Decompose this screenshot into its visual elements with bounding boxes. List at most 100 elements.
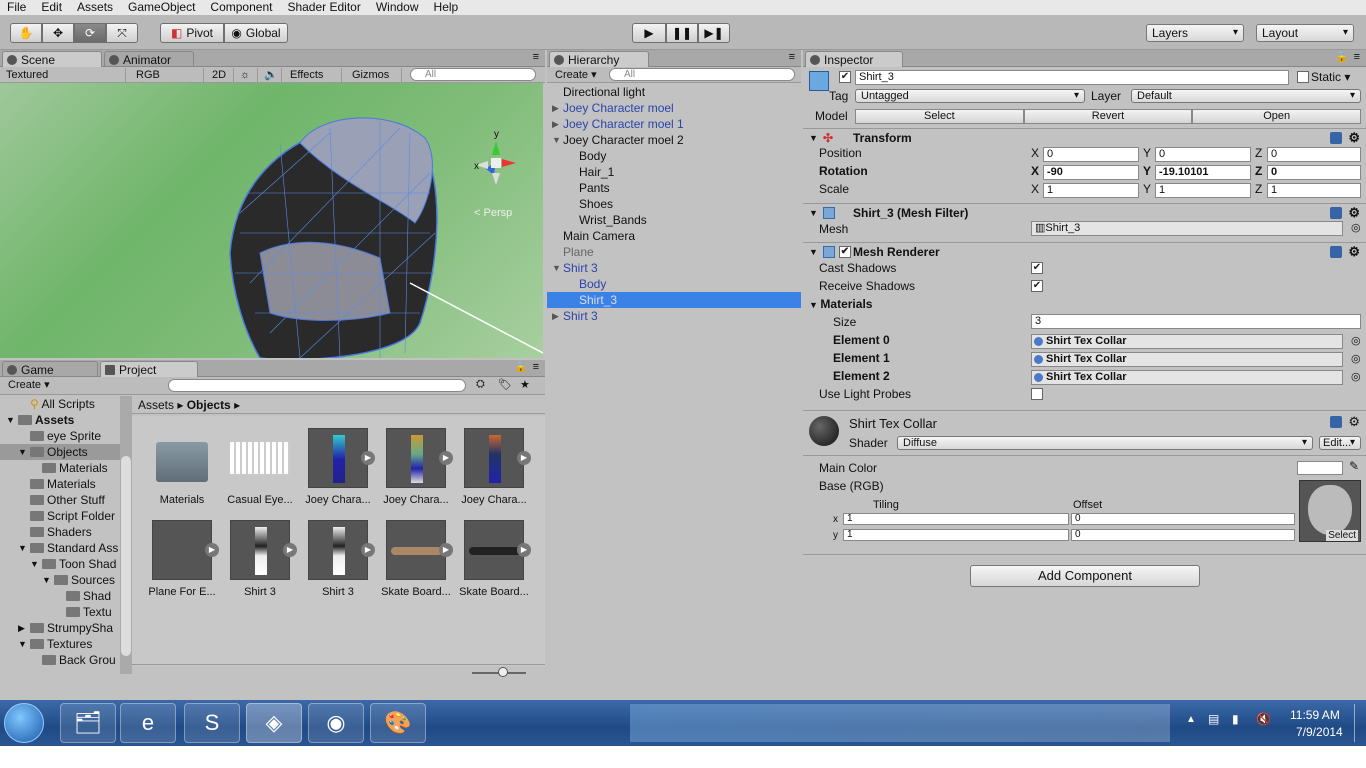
materials-foldout[interactable]: ▼ Materials: [809, 297, 872, 311]
tab-hierarchy[interactable]: Hierarchy: [549, 51, 649, 67]
project-tree-item[interactable]: Script Folder: [0, 508, 120, 524]
foldout-down-icon[interactable]: ▼: [42, 572, 51, 588]
asset-item[interactable]: ▶ Joey Chara...: [302, 428, 375, 506]
project-tree-item[interactable]: Materials: [0, 460, 120, 476]
expand-arrow-icon[interactable]: ▶: [517, 543, 531, 557]
tree-scrollbar[interactable]: [120, 396, 132, 674]
gear-icon[interactable]: ⚙: [1348, 129, 1360, 147]
hierarchy-item[interactable]: Shoes: [547, 196, 801, 212]
base-texture-slot[interactable]: Select: [1299, 480, 1361, 542]
material-element-field[interactable]: Shirt Tex Collar: [1031, 370, 1343, 385]
rotation-x-field[interactable]: -90: [1043, 165, 1139, 180]
mesh-filter-header[interactable]: ▼ Shirt_3 (Mesh Filter) ⚙: [803, 203, 1366, 221]
layout-dropdown[interactable]: Layout: [1256, 24, 1354, 42]
foldout-down-icon[interactable]: ▼: [552, 132, 561, 148]
project-tree-item[interactable]: Materials: [0, 476, 120, 492]
project-tree-item[interactable]: Textu: [0, 604, 120, 620]
project-search-input[interactable]: [168, 379, 466, 392]
move-tool-icon[interactable]: ✥: [42, 23, 74, 43]
main-color-swatch[interactable]: [1297, 461, 1343, 475]
breadcrumb-objects[interactable]: Objects: [187, 398, 231, 412]
model-revert-button[interactable]: Revert: [1023, 109, 1193, 124]
mode-2d-button[interactable]: 2D: [208, 68, 234, 82]
expand-arrow-icon[interactable]: ▶: [205, 543, 219, 557]
hierarchy-item[interactable]: Body: [547, 148, 801, 164]
tab-scene[interactable]: Scene: [2, 51, 102, 67]
render-mode-dropdown[interactable]: Textured: [2, 68, 126, 82]
offset-y-field[interactable]: 0: [1071, 529, 1295, 541]
active-checkbox[interactable]: ✔: [839, 71, 851, 83]
project-tree-item[interactable]: Shad: [0, 588, 120, 604]
object-picker-icon[interactable]: ◎: [1351, 334, 1361, 347]
asset-item[interactable]: ▶ Shirt 3: [224, 520, 297, 598]
tray-network-icon[interactable]: ▮: [1232, 712, 1239, 726]
menu-help[interactable]: Help: [427, 0, 467, 15]
menu-window[interactable]: Window: [369, 0, 427, 15]
shader-edit-button[interactable]: Edit...: [1319, 436, 1361, 450]
filter-type-icon[interactable]: ⛭: [476, 378, 485, 391]
color-mode-dropdown[interactable]: RGB: [132, 68, 204, 82]
hierarchy-item[interactable]: ▶ Joey Character moel 1: [547, 116, 801, 132]
transform-header[interactable]: ▼ ✣ Transform ⚙: [803, 128, 1366, 146]
panel-menu-icon[interactable]: ≡: [533, 51, 539, 63]
audio-icon[interactable]: 🔈: [260, 68, 282, 82]
foldout-down-icon[interactable]: ▼: [18, 540, 27, 556]
project-tree-item[interactable]: eye Sprite: [0, 428, 120, 444]
lock-icon[interactable]: 🔒: [515, 362, 527, 373]
receive-shadows-checkbox[interactable]: ✔: [1031, 280, 1043, 292]
material-element-field[interactable]: Shirt Tex Collar: [1031, 352, 1343, 367]
internet-explorer-icon[interactable]: e: [120, 703, 176, 743]
panel-menu-icon[interactable]: ≡: [789, 51, 795, 63]
rotation-y-field[interactable]: -19.10101: [1155, 165, 1251, 180]
layer-dropdown[interactable]: Default: [1131, 89, 1361, 103]
project-tree-item[interactable]: ▼ Objects: [0, 444, 120, 460]
lock-icon[interactable]: 🔒: [1336, 52, 1348, 63]
expand-arrow-icon[interactable]: ▶: [361, 451, 375, 465]
foldout-right-icon[interactable]: ▶: [18, 620, 25, 636]
materials-size-field[interactable]: 3: [1031, 314, 1361, 329]
explorer-icon[interactable]: 🗂: [60, 703, 116, 743]
menu-edit[interactable]: Edit: [34, 0, 70, 15]
scale-y-field[interactable]: 1: [1155, 183, 1251, 198]
tray-device-icon[interactable]: ▤: [1208, 712, 1219, 726]
global-button[interactable]: ◉ Global: [224, 23, 288, 43]
project-tree-item[interactable]: ▼ Toon Shad: [0, 556, 120, 572]
panel-menu-icon[interactable]: ≡: [533, 361, 539, 373]
hierarchy-create-dropdown[interactable]: Create ▾: [551, 68, 603, 82]
hand-tool-icon[interactable]: ✋: [10, 23, 42, 43]
position-y-field[interactable]: 0: [1155, 147, 1251, 162]
lighting-icon[interactable]: ☼: [236, 68, 258, 82]
paint-icon[interactable]: 🎨: [370, 703, 426, 743]
filter-label-icon[interactable]: 🏷: [498, 378, 512, 391]
play-button[interactable]: ▶: [632, 23, 666, 43]
mesh-renderer-header[interactable]: ▼ ✔ Mesh Renderer ⚙: [803, 242, 1366, 260]
texture-select-button[interactable]: Select: [1326, 530, 1358, 541]
help-book-icon[interactable]: [1330, 416, 1342, 428]
rotation-z-label[interactable]: Z: [1255, 164, 1262, 178]
help-book-icon[interactable]: [1330, 132, 1342, 144]
tray-expand-icon[interactable]: ▲: [1186, 714, 1196, 725]
foldout-down-icon[interactable]: ▼: [18, 636, 27, 652]
effects-dropdown[interactable]: Effects: [286, 68, 342, 82]
hierarchy-item[interactable]: Main Camera: [547, 228, 801, 244]
project-tree-item[interactable]: ⚲ All Scripts: [0, 396, 120, 412]
help-book-icon[interactable]: [1330, 207, 1342, 219]
tiling-y-field[interactable]: 1: [843, 529, 1069, 541]
tab-project[interactable]: Project: [100, 361, 198, 377]
foldout-down-icon[interactable]: ▼: [30, 556, 39, 572]
position-x-field[interactable]: 0: [1043, 147, 1139, 162]
rotation-z-field[interactable]: 0: [1267, 165, 1361, 180]
panel-menu-icon[interactable]: ≡: [1354, 51, 1360, 63]
foldout-right-icon[interactable]: ▶: [552, 116, 559, 132]
help-book-icon[interactable]: [1330, 246, 1342, 258]
project-tree-item[interactable]: Shaders: [0, 524, 120, 540]
tray-volume-icon[interactable]: 🔇: [1256, 712, 1271, 726]
menu-assets[interactable]: Assets: [70, 0, 121, 15]
menu-gameobject[interactable]: GameObject: [121, 0, 203, 15]
object-picker-icon[interactable]: ◎: [1351, 370, 1361, 383]
model-select-button[interactable]: Select: [855, 109, 1024, 124]
layers-dropdown[interactable]: Layers: [1146, 24, 1244, 42]
scale-x-label[interactable]: X: [1031, 182, 1039, 196]
asset-item[interactable]: ▶ Skate Board...: [380, 520, 453, 598]
object-name-field[interactable]: Shirt_3: [855, 70, 1289, 85]
